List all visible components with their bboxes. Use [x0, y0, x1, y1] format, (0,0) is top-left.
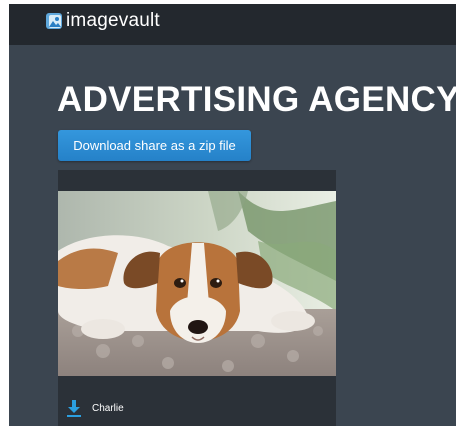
brand-name: imagevault	[66, 10, 160, 31]
app-window: imagevault ADVERTISING AGENCY Download s…	[9, 4, 456, 426]
imagevault-logo-icon	[46, 13, 62, 29]
card-footer: Charlie	[58, 399, 336, 426]
asset-caption: Charlie	[92, 403, 124, 414]
asset-card: Charlie	[58, 170, 336, 426]
logo[interactable]: imagevault	[43, 10, 160, 32]
top-bar: imagevault	[9, 4, 456, 45]
download-icon[interactable]	[67, 400, 81, 417]
download-zip-button[interactable]: Download share as a zip file	[58, 130, 251, 161]
page-title: ADVERTISING AGENCY	[57, 80, 456, 119]
dog-photo[interactable]	[58, 191, 336, 376]
